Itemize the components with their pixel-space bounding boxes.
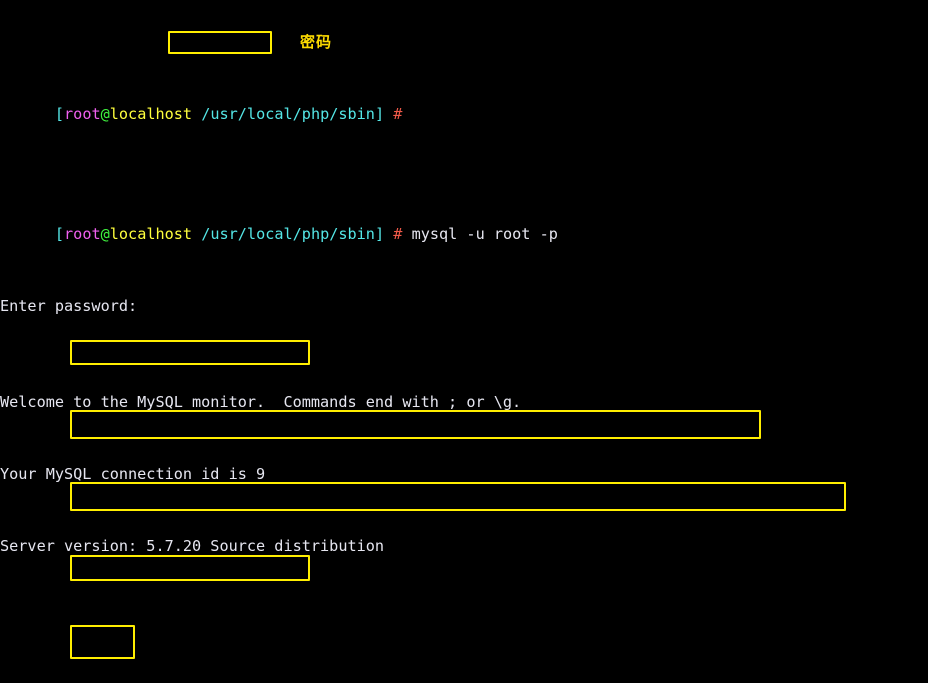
terminal-screen: [root@localhost /usr/local/php/sbin] # […	[0, 0, 928, 683]
terminal-line-blank-1	[0, 606, 928, 630]
prompt-bracket-close-2: ]	[374, 225, 385, 243]
prompt-bracket-close: ]	[374, 105, 385, 123]
terminal-line-shell-prompt: [root@localhost /usr/local/php/sbin] # m…	[0, 198, 928, 243]
prompt-host: localhost	[109, 105, 193, 123]
prompt-at: @	[100, 105, 110, 123]
prompt-at-2: @	[100, 225, 110, 243]
terminal-line-server-version: Server version: 5.7.20 Source distributi…	[0, 534, 928, 558]
prompt-user: root	[64, 105, 101, 123]
terminal-line-copyright: Copyright (c) 2000, 2017, Oracle and/or …	[0, 678, 928, 683]
enter-password-text: Enter password:	[0, 297, 138, 315]
terminal-line-welcome: Welcome to the MySQL monitor. Commands e…	[0, 390, 928, 414]
prompt-user-2: root	[64, 225, 101, 243]
prompt-sigil: #	[393, 105, 403, 123]
terminal-line-shell-prompt-clipped: [root@localhost /usr/local/php/sbin] #	[0, 78, 928, 123]
terminal-line-connection-id: Your MySQL connection id is 9	[0, 462, 928, 486]
prompt-bracket-open-2: [	[54, 225, 65, 243]
annotation-password-label: 密码	[300, 33, 333, 51]
prompt-path: /usr/local/php/sbin	[201, 105, 375, 123]
connection-id-text: Your MySQL connection id is 9	[0, 465, 266, 483]
terminal-window[interactable]: [root@localhost /usr/local/php/sbin] # […	[0, 0, 928, 683]
prompt-space-2	[192, 225, 201, 243]
prompt-bracket-open: [	[54, 105, 65, 123]
prompt-host-2: localhost	[109, 225, 193, 243]
prompt-path-2: /usr/local/php/sbin	[201, 225, 375, 243]
terminal-line-enter-password: Enter password:	[0, 294, 928, 318]
mysql-login-command: mysql -u root -p	[402, 225, 558, 243]
welcome-text: Welcome to the MySQL monitor. Commands e…	[0, 393, 522, 411]
server-version-text: Server version: 5.7.20 Source distributi…	[0, 537, 385, 555]
